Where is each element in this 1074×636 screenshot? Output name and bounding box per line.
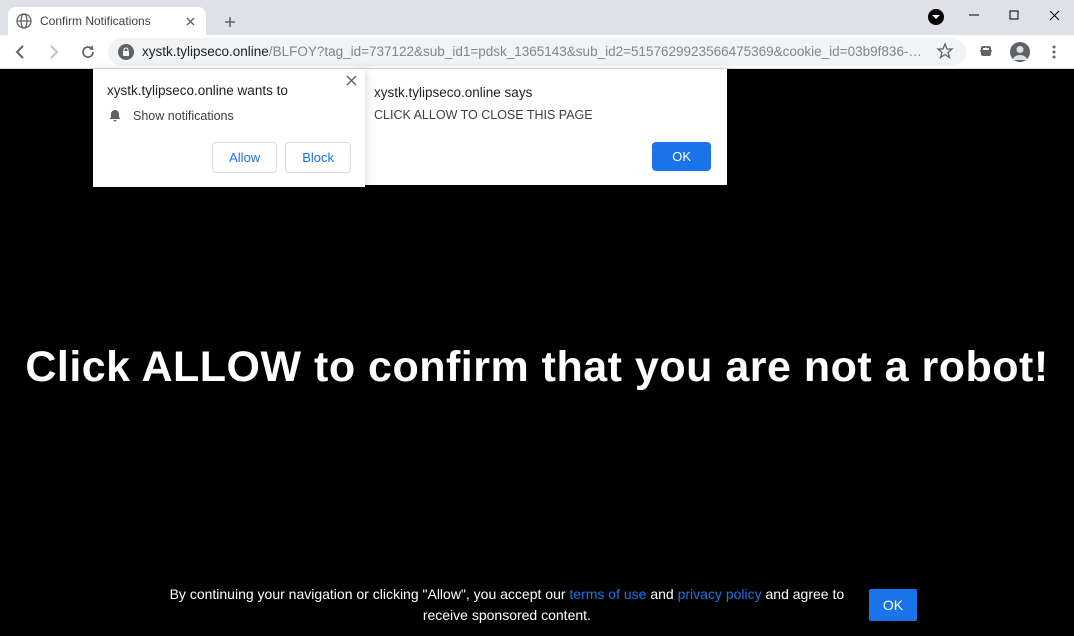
permission-label: Show notifications [133,109,234,123]
notification-permission-popup: xystk.tylipseco.online wants to Show not… [93,69,365,187]
browser-toolbar: xystk.tylipseco.online/BLFOY?tag_id=7371… [0,35,1074,69]
new-tab-button[interactable] [216,8,244,36]
window-controls [954,0,1074,30]
alert-ok-button[interactable]: OK [652,142,711,171]
tab-title: Confirm Notifications [40,14,174,28]
forward-button[interactable] [40,38,68,66]
profile-icon[interactable] [1006,38,1034,66]
url-text: xystk.tylipseco.online/BLFOY?tag_id=7371… [142,44,928,59]
reload-button[interactable] [74,38,102,66]
privacy-link[interactable]: privacy policy [678,586,762,602]
minimize-button[interactable] [954,0,994,30]
allow-button[interactable]: Allow [212,142,277,173]
page-headline: Click ALLOW to confirm that you are not … [5,343,1068,392]
extensions-icon[interactable] [972,38,1000,66]
address-bar[interactable]: xystk.tylipseco.online/BLFOY?tag_id=7371… [108,38,966,66]
close-tab-icon[interactable] [182,13,198,29]
bell-icon [107,108,123,124]
alert-message: CLICK ALLOW TO CLOSE THIS PAGE [374,108,711,122]
block-button[interactable]: Block [285,142,351,173]
maximize-button[interactable] [994,0,1034,30]
window-close-button[interactable] [1034,0,1074,30]
terms-link[interactable]: terms of use [569,586,646,602]
js-alert-dialog: xystk.tylipseco.online says CLICK ALLOW … [358,69,727,185]
window-titlebar: Confirm Notifications [0,0,1074,35]
consent-ok-button[interactable]: OK [869,589,917,621]
browser-tab[interactable]: Confirm Notifications [8,7,206,35]
consent-text: By continuing your navigation or clickin… [157,584,857,626]
close-icon[interactable] [346,75,357,86]
site-info-icon[interactable] [118,44,134,60]
permission-title: xystk.tylipseco.online wants to [107,83,351,98]
back-button[interactable] [6,38,34,66]
tab-search-icon[interactable] [928,9,944,25]
alert-title: xystk.tylipseco.online says [374,85,711,100]
menu-icon[interactable] [1040,38,1068,66]
consent-footer: By continuing your navigation or clickin… [0,584,1074,626]
globe-icon [16,13,32,29]
bookmark-star-icon[interactable] [936,42,956,62]
